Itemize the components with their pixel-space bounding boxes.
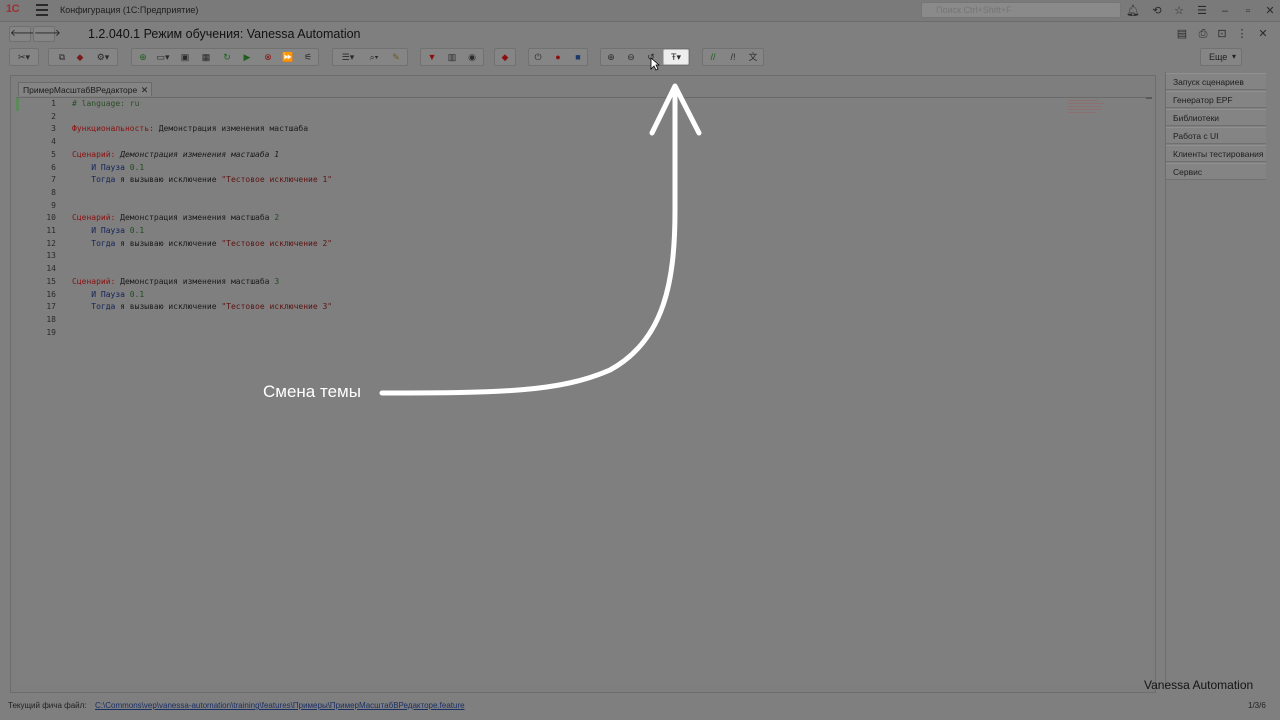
mouse-cursor-icon (650, 57, 660, 71)
annotation-arrow (379, 83, 702, 396)
annotation-label: Смена темы (263, 382, 361, 401)
